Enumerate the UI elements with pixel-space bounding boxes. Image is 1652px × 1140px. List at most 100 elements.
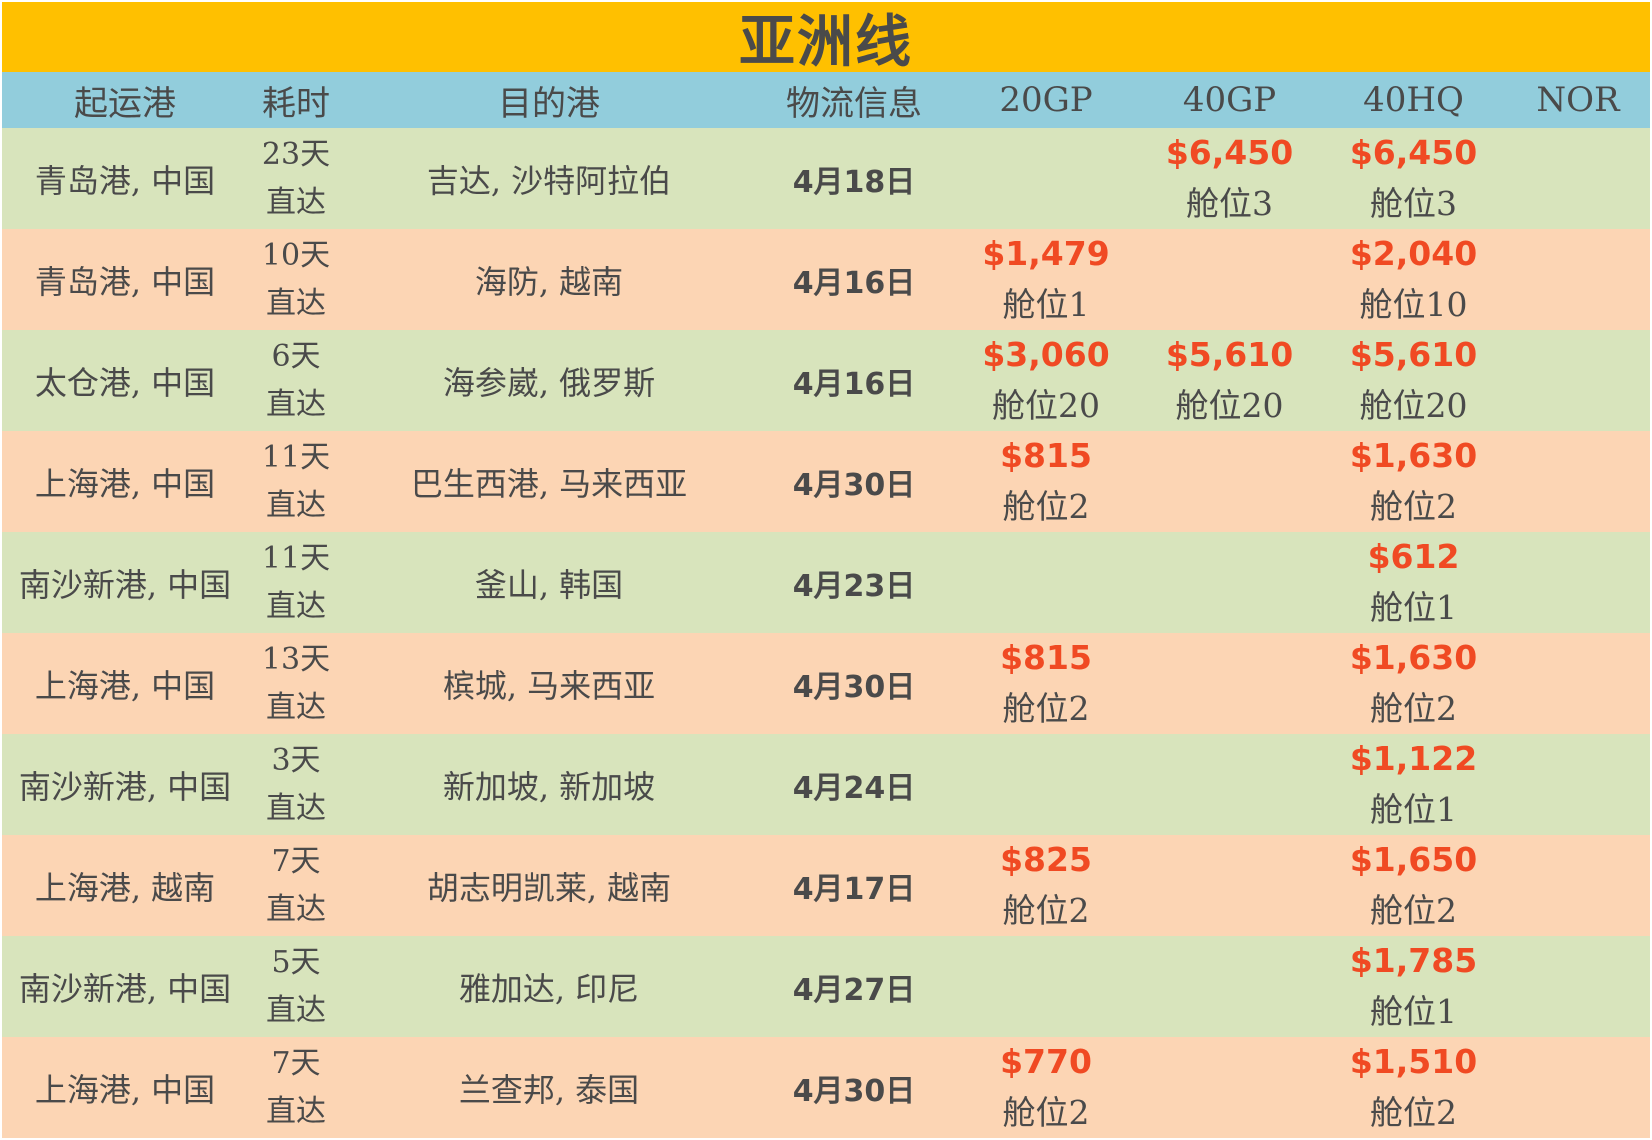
slot-count: 舱位10: [1359, 284, 1468, 324]
transit-days: 13天: [261, 641, 331, 677]
departure-date: 4月30日: [792, 467, 916, 503]
rate-40gp: $5,610 舱位20: [1138, 330, 1321, 431]
rate-40hq: $1,630 舱位2: [1321, 633, 1506, 734]
route-type: 直达: [266, 790, 326, 826]
rate-nor: [1506, 1037, 1650, 1138]
transit-days: 11天: [261, 540, 331, 576]
transit-cell: 6天 直达: [248, 330, 344, 431]
header-nor: NOR: [1536, 80, 1620, 120]
route-type: 直达: [266, 1093, 326, 1129]
departure-date: 4月23日: [792, 568, 916, 604]
price: $1,510: [1349, 1041, 1478, 1081]
departure-date: 4月27日: [792, 972, 916, 1008]
departure-date: 4月30日: [792, 1073, 916, 1109]
price: $815: [1000, 435, 1092, 475]
table-row: 上海港, 中国 7天 直达 兰查邦, 泰国 4月30日 $770 舱位2 $1,510 舱位2: [2, 1037, 1650, 1138]
table-row: 南沙新港, 中国 11天直达 釜山, 韩国 4月23日 $612 舱位1: [2, 532, 1650, 633]
price: $6,450: [1349, 132, 1478, 172]
transit-cell: 5天直达: [248, 936, 344, 1037]
rate-40hq: $1,630 舱位2: [1321, 431, 1506, 532]
transit-days: 7天: [271, 1045, 321, 1081]
price: $770: [1000, 1041, 1092, 1081]
price: $815: [1000, 637, 1092, 677]
route-type: 直达: [266, 184, 326, 220]
origin-port: 上海港, 中国: [34, 666, 216, 705]
origin-port: 上海港, 中国: [34, 1070, 216, 1109]
route-type: 直达: [266, 588, 326, 624]
destination-port: 釜山, 韩国: [474, 565, 624, 604]
price: $6,450: [1165, 132, 1294, 172]
price: $1,650: [1349, 839, 1478, 879]
table-row: 青岛港, 中国 10天 直达 海防, 越南 4月16日 $1,479 舱位1 $2,040 舱位…: [2, 229, 1650, 330]
rate-40gp: [1138, 936, 1321, 1037]
table-row: 太仓港, 中国 6天 直达 海参崴, 俄罗斯 4月16日 $3,060 舱位20 $5,610…: [2, 330, 1650, 431]
table-row: 青岛港, 中国 23天 直达 吉达, 沙特阿拉伯 4月18日 $6,450 舱位3 $6,45…: [2, 128, 1650, 229]
table-body: 青岛港, 中国 23天 直达 吉达, 沙特阿拉伯 4月18日 $6,450 舱位3 $6,45…: [2, 128, 1650, 1138]
transit-days: 7天: [271, 843, 321, 879]
route-type: 直达: [266, 386, 326, 422]
destination-port: 吉达, 沙特阿拉伯: [426, 161, 672, 200]
slot-count: 舱位1: [1370, 587, 1457, 627]
slot-count: 舱位1: [1370, 789, 1457, 829]
rate-40hq: $5,610 舱位20: [1321, 330, 1506, 431]
route-type: 直达: [266, 891, 326, 927]
destination-port: 海防, 越南: [474, 262, 624, 301]
price: $1,630: [1349, 637, 1478, 677]
rate-40gp: [1138, 633, 1321, 734]
origin-port: 太仓港, 中国: [34, 363, 216, 402]
rate-nor: [1506, 532, 1650, 633]
rate-40gp: [1138, 532, 1321, 633]
slot-count: 舱位2: [1370, 890, 1457, 930]
slot-count: 舱位1: [1370, 991, 1457, 1031]
table-row: 上海港, 中国 13天 直达 槟城, 马来西亚 4月30日 $815 舱位2 $1,630 舱位…: [2, 633, 1650, 734]
rate-40hq: $1,510 舱位2: [1321, 1037, 1506, 1138]
price: $825: [1000, 839, 1092, 879]
slot-count: 舱位20: [1359, 385, 1468, 425]
rate-40hq: $2,040 舱位10: [1321, 229, 1506, 330]
header-20gp: 20GP: [999, 80, 1093, 120]
rate-40gp: $6,450 舱位3: [1138, 128, 1321, 229]
rate-20gp: $815 舱位2: [954, 431, 1138, 532]
rate-20gp: [954, 532, 1138, 633]
destination-port: 海参崴, 俄罗斯: [442, 363, 656, 402]
transit-cell: 3天 直达: [248, 734, 344, 835]
header-destination: 目的港: [498, 83, 600, 124]
transit-cell: 7天直达: [248, 1037, 344, 1138]
origin-port: 上海港, 越南: [34, 868, 216, 907]
table-row: 南沙新港, 中国 5天 直达 雅加达, 印尼 4月27日 $1,785 舱位1: [2, 936, 1650, 1037]
price: $612: [1367, 536, 1460, 576]
rate-nor: [1506, 835, 1650, 936]
rate-40hq: $1,122 舱位1: [1321, 734, 1506, 835]
price: $1,785: [1349, 940, 1478, 980]
rate-20gp: [954, 936, 1138, 1037]
route-type: 直达: [266, 487, 326, 523]
slot-count: 舱位3: [1186, 183, 1273, 223]
transit-days: 5天: [271, 944, 321, 980]
price: $1,122: [1349, 738, 1478, 778]
rate-20gp: $3,060 舱位20: [954, 330, 1138, 431]
header-40hq: 40HQ: [1363, 80, 1464, 120]
rate-40hq: $1,785 舱位1: [1321, 936, 1506, 1037]
rate-40hq: $6,450 舱位3: [1321, 128, 1506, 229]
origin-port: 南沙新港, 中国: [18, 565, 232, 604]
rate-20gp: $770 舱位2: [954, 1037, 1138, 1138]
departure-date: 4月16日: [792, 265, 916, 301]
route-type: 直达: [266, 992, 326, 1028]
slot-count: 舱位20: [1175, 385, 1284, 425]
rate-40gp: [1138, 734, 1321, 835]
table-row: 上海港, 中国 11天 直达 巴生西港, 马来西亚 4月30日 $815 舱位2 $1,630…: [2, 431, 1650, 532]
transit-days: 11天: [261, 439, 331, 475]
departure-date: 4月16日: [792, 366, 916, 402]
transit-cell: 7天直达: [248, 835, 344, 936]
slot-count: 舱位1: [1002, 284, 1090, 324]
slot-count: 舱位2: [1002, 688, 1090, 728]
rate-sheet: 亚洲线 起运港 耗时 目的港 物流信息 20GP 40GP 40HQ NOR 青…: [2, 2, 1650, 1138]
rate-nor: [1506, 936, 1650, 1037]
transit-days: 23天: [261, 136, 331, 172]
destination-port: 巴生西港, 马来西亚: [410, 464, 688, 503]
rate-nor: [1506, 734, 1650, 835]
slot-count: 舱位2: [1370, 688, 1457, 728]
table-header: 起运港 耗时 目的港 物流信息 20GP 40GP 40HQ NOR: [2, 72, 1650, 128]
price: $3,060: [982, 334, 1110, 374]
departure-date: 4月30日: [792, 669, 916, 705]
